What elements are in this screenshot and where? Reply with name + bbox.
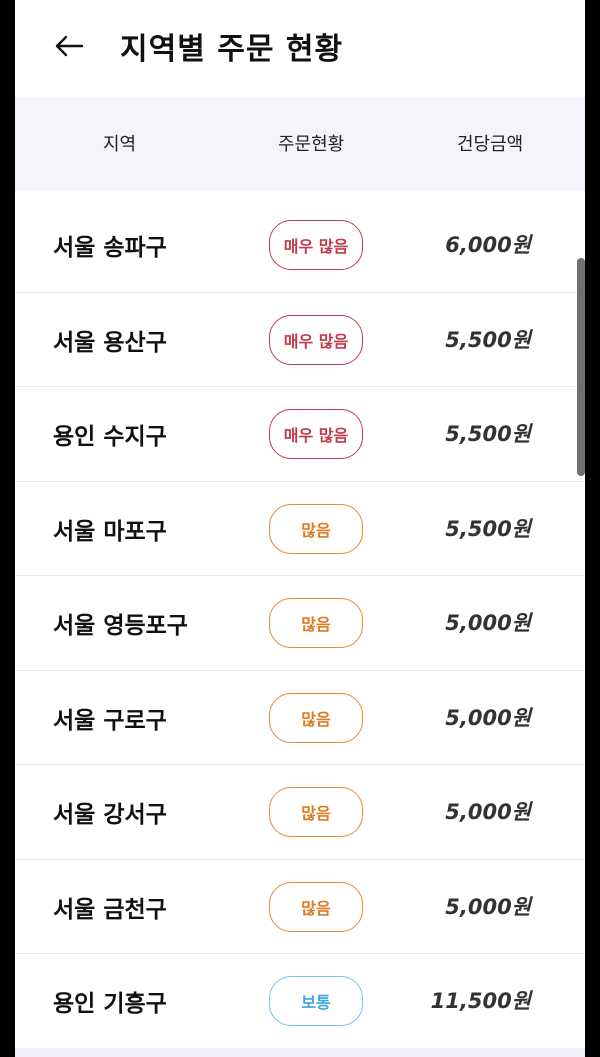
price-per-order: 5,500원 bbox=[445, 327, 531, 352]
table-row[interactable]: 용인 기흥구 보통 11,500원 bbox=[15, 954, 585, 1049]
table-row[interactable]: 서울 용산구 매우 많음 5,500원 bbox=[15, 293, 585, 387]
table-header: 지역 주문현황 건당금액 bbox=[15, 98, 585, 190]
table-row[interactable]: 서울 영등포구 많음 5,000원 bbox=[15, 576, 585, 671]
status-badge: 매우 많음 bbox=[269, 409, 363, 459]
price-per-order: 6,000원 bbox=[445, 233, 531, 257]
region-name: 서울 마포구 bbox=[53, 518, 167, 545]
status-badge: 많음 bbox=[269, 787, 363, 837]
table-body: 서울 송파구 매우 많음 6,000원 서울 용산구 매우 많음 5,500원 … bbox=[15, 198, 585, 1049]
price-per-order: 5,500원 bbox=[445, 422, 531, 446]
region-name: 서울 영등포구 bbox=[53, 613, 188, 639]
screen: 지역별 주문 현황 지역 주문현황 건당금액 서울 송파구 매우 많음 6,00… bbox=[15, 0, 585, 1057]
column-header-price: 건당금액 bbox=[457, 134, 524, 155]
price-per-order: 5,000원 bbox=[445, 611, 531, 635]
column-header-status: 주문현황 bbox=[278, 134, 345, 155]
status-badge: 많음 bbox=[269, 598, 363, 648]
back-button[interactable] bbox=[49, 26, 89, 66]
table-row[interactable]: 서울 금천구 많음 5,000원 bbox=[15, 860, 585, 954]
arrow-left-icon bbox=[55, 35, 84, 57]
region-name: 용인 기흥구 bbox=[53, 991, 167, 1017]
region-name: 서울 금천구 bbox=[53, 896, 167, 923]
table-row[interactable]: 서울 마포구 많음 5,500원 bbox=[15, 482, 585, 576]
region-name: 서울 송파구 bbox=[53, 235, 167, 261]
price-per-order: 5,000원 bbox=[445, 800, 531, 824]
next-row-peek bbox=[15, 1048, 585, 1057]
region-name: 용인 수지구 bbox=[53, 424, 167, 450]
status-badge: 매우 많음 bbox=[269, 314, 363, 365]
status-badge: 보통 bbox=[269, 976, 363, 1026]
app-bar: 지역별 주문 현황 bbox=[15, 0, 585, 98]
scrollbar[interactable] bbox=[577, 258, 585, 476]
column-header-region: 지역 bbox=[103, 134, 137, 155]
price-per-order: 11,500원 bbox=[430, 989, 531, 1013]
region-name: 서울 구로구 bbox=[53, 707, 167, 734]
status-badge: 많음 bbox=[269, 881, 363, 932]
page-title: 지역별 주문 현황 bbox=[120, 32, 344, 67]
price-per-order: 5,000원 bbox=[445, 894, 531, 919]
status-badge: 많음 bbox=[269, 503, 363, 554]
price-per-order: 5,500원 bbox=[445, 516, 531, 541]
table-row[interactable]: 서울 강서구 많음 5,000원 bbox=[15, 765, 585, 860]
table-row[interactable]: 서울 송파구 매우 많음 6,000원 bbox=[15, 198, 585, 293]
status-badge: 많음 bbox=[269, 692, 363, 743]
table-row[interactable]: 용인 수지구 매우 많음 5,500원 bbox=[15, 387, 585, 482]
table-row[interactable]: 서울 구로구 많음 5,000원 bbox=[15, 671, 585, 765]
region-name: 서울 용산구 bbox=[53, 329, 167, 356]
status-badge: 매우 많음 bbox=[269, 220, 363, 270]
region-name: 서울 강서구 bbox=[53, 802, 167, 828]
price-per-order: 5,000원 bbox=[445, 705, 531, 730]
